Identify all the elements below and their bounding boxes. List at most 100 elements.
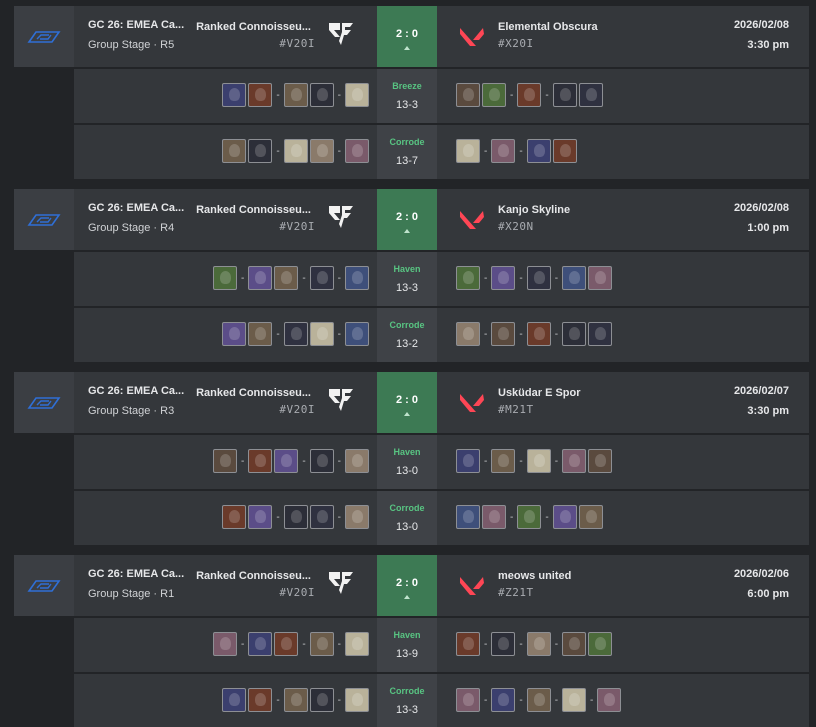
left-agent-icon bbox=[309, 449, 334, 473]
left-team-agents: -- bbox=[222, 83, 371, 107]
match-card: GC 26: EMEA Ca... Group Stage · R1 Ranked … bbox=[14, 555, 809, 727]
right-team-name[interactable]: meows united bbox=[498, 570, 571, 582]
right-team-name[interactable]: Elemental Obscura bbox=[498, 21, 598, 33]
left-agent-icon bbox=[274, 449, 299, 473]
left-agent-icon bbox=[248, 449, 273, 473]
agent-separator: - bbox=[554, 638, 559, 650]
valorant-logo-icon bbox=[459, 574, 485, 601]
left-team-tag: #V20I bbox=[279, 37, 315, 50]
right-agent-icon bbox=[552, 83, 577, 107]
left-agent-icon bbox=[274, 266, 299, 290]
left-team-name[interactable]: Ranked Connoisseu... bbox=[196, 204, 311, 216]
match-card: GC 26: EMEA Ca... Group Stage · R3 Ranked … bbox=[14, 372, 809, 547]
agent-separator: - bbox=[337, 511, 341, 523]
valorant-logo-icon bbox=[459, 25, 485, 52]
agent-separator: - bbox=[519, 694, 523, 706]
map-score: 13-0 bbox=[395, 521, 419, 533]
right-agent-icon bbox=[526, 322, 551, 346]
left-team-name[interactable]: Ranked Connoisseu... bbox=[196, 21, 311, 33]
left-agent-icon bbox=[222, 322, 247, 346]
match-score-box[interactable]: 2 : 0 bbox=[377, 555, 437, 616]
left-agent-icon bbox=[283, 83, 308, 107]
map-row[interactable]: - - Corrode 13-2- - - bbox=[74, 308, 809, 362]
gc-event-logo-icon bbox=[27, 579, 61, 592]
left-agent-icon bbox=[345, 139, 369, 163]
right-agent-icon bbox=[597, 688, 622, 712]
agent-separator: - bbox=[276, 328, 280, 340]
map-row[interactable]: - - Corrode 13-7- - bbox=[74, 125, 809, 179]
map-score: 13-3 bbox=[395, 704, 419, 716]
event-title: GC 26: EMEA Ca... bbox=[88, 385, 185, 397]
agent-separator: - bbox=[276, 694, 280, 706]
event-stage: Group Stage · R1 bbox=[88, 588, 175, 600]
match-score-box[interactable]: 2 : 0 bbox=[377, 372, 437, 433]
right-team-tag: #X20N bbox=[498, 220, 534, 233]
right-agent-icon bbox=[562, 632, 587, 656]
agent-separator: - bbox=[545, 511, 549, 523]
match-score: 2 : 0 bbox=[395, 393, 418, 406]
right-team-agents: --- bbox=[456, 449, 614, 473]
map-score: 13-2 bbox=[395, 338, 419, 350]
event-title: GC 26: EMEA Ca... bbox=[88, 568, 185, 580]
event-stage: Group Stage · R3 bbox=[88, 405, 175, 417]
map-score: 13-7 bbox=[395, 155, 419, 167]
right-team-name[interactable]: Usküdar E Spor bbox=[498, 387, 581, 399]
map-result-box: Haven 13-3 bbox=[377, 252, 437, 306]
agent-separator: - bbox=[554, 455, 559, 467]
left-agent-icon bbox=[345, 505, 369, 529]
match-header-row[interactable]: GC 26: EMEA Ca... Group Stage · R3 Ranked … bbox=[14, 372, 809, 433]
match-score: 2 : 0 bbox=[395, 210, 418, 223]
match-score-box[interactable]: 2 : 0 bbox=[377, 6, 437, 67]
agent-separator: - bbox=[302, 272, 306, 284]
left-agent-icon bbox=[222, 139, 247, 163]
left-agent-icon bbox=[345, 266, 369, 290]
map-name: Corrode bbox=[389, 686, 425, 696]
right-team-agents: --- bbox=[456, 266, 614, 290]
match-header-row[interactable]: GC 26: EMEA Ca... Group Stage · R5 Ranked … bbox=[14, 6, 809, 67]
agent-separator: - bbox=[519, 272, 523, 284]
right-team-name[interactable]: Kanjo Skyline bbox=[498, 204, 570, 216]
left-team-name[interactable]: Ranked Connoisseu... bbox=[196, 387, 311, 399]
event-logo-cell bbox=[14, 555, 74, 616]
rc-team-logo-icon bbox=[326, 385, 356, 420]
map-row[interactable]: - - - Haven 13-3 - - - bbox=[74, 252, 809, 306]
agent-separator: - bbox=[554, 694, 559, 706]
right-agent-icon bbox=[456, 139, 480, 163]
event-title: GC 26: EMEA Ca... bbox=[88, 202, 185, 214]
agent-separator: - bbox=[240, 638, 245, 650]
match-score: 2 : 0 bbox=[395, 27, 418, 40]
map-score: 13-9 bbox=[395, 648, 419, 660]
agent-separator: - bbox=[545, 89, 549, 101]
left-team-agents: -- bbox=[222, 505, 371, 529]
caret-up-icon[interactable] bbox=[404, 228, 410, 233]
map-row[interactable]: - - Corrode 13-0- - bbox=[74, 491, 809, 545]
right-agent-icon bbox=[588, 266, 613, 290]
agent-separator: - bbox=[590, 694, 594, 706]
left-agent-icon bbox=[309, 139, 334, 163]
left-agent-icon bbox=[345, 632, 369, 656]
left-agent-icon bbox=[283, 322, 308, 346]
left-team-name[interactable]: Ranked Connoisseu... bbox=[196, 570, 311, 582]
caret-up-icon[interactable] bbox=[404, 594, 410, 599]
match-date: 2026/02/08 bbox=[733, 19, 789, 31]
right-agent-icon bbox=[562, 322, 587, 346]
agent-separator: - bbox=[337, 694, 341, 706]
map-row[interactable]: - - - Haven 13-9 - - - bbox=[74, 618, 809, 672]
match-date: 2026/02/08 bbox=[733, 202, 789, 214]
match-header-row[interactable]: GC 26: EMEA Ca... Group Stage · R4 Ranked … bbox=[14, 189, 809, 250]
left-team-agents: -- bbox=[222, 688, 371, 712]
valorant-logo-icon bbox=[459, 208, 485, 235]
caret-up-icon[interactable] bbox=[404, 45, 410, 50]
map-score: 13-3 bbox=[395, 282, 419, 294]
right-team-agents: -- bbox=[456, 83, 605, 107]
agent-separator: - bbox=[337, 272, 341, 284]
map-row[interactable]: - - Corrode 13-3- - - - bbox=[74, 674, 809, 727]
match-score-box[interactable]: 2 : 0 bbox=[377, 189, 437, 250]
right-agent-icon bbox=[517, 83, 542, 107]
match-header-row[interactable]: GC 26: EMEA Ca... Group Stage · R1 Ranked … bbox=[14, 555, 809, 616]
map-row[interactable]: - - - Haven 13-0 - - - bbox=[74, 435, 809, 489]
right-agent-icon bbox=[562, 688, 587, 712]
agent-separator: - bbox=[484, 145, 488, 157]
map-row[interactable]: - - Breeze 13-3- - bbox=[74, 69, 809, 123]
caret-up-icon[interactable] bbox=[404, 411, 410, 416]
